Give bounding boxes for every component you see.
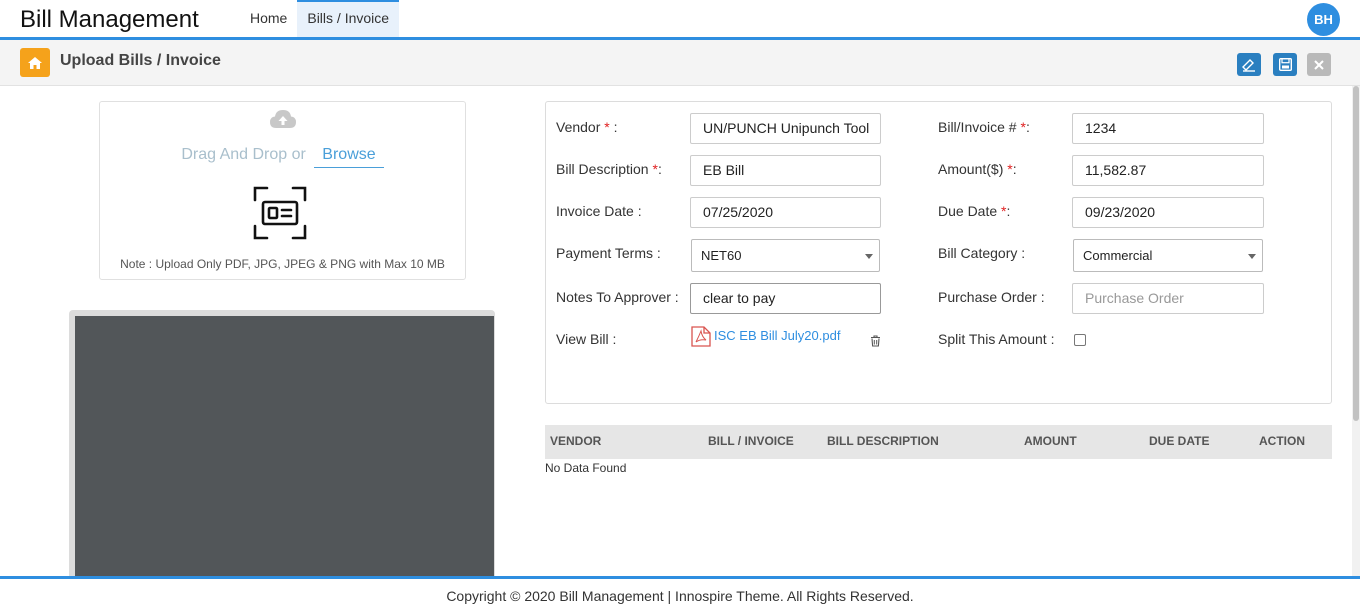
nav-home[interactable]: Home — [240, 0, 297, 37]
bill-description-field[interactable]: EB Bill — [690, 155, 881, 186]
scan-icon — [1242, 58, 1255, 72]
close-button[interactable] — [1307, 53, 1331, 76]
split-amount-checkbox[interactable] — [1074, 334, 1086, 346]
bill-file-link[interactable]: ISC EB Bill July20.pdf — [714, 328, 840, 343]
pdf-file-icon — [691, 326, 711, 347]
column-header-vendor[interactable]: VENDOR — [550, 434, 601, 448]
bill-description-label-suffix: : — [657, 161, 662, 177]
payment-terms-label: Payment Terms : — [556, 245, 661, 261]
scrollbar-thumb[interactable] — [1353, 86, 1359, 421]
document-preview — [69, 310, 495, 577]
invoice-date-label: Invoice Date : — [556, 203, 642, 219]
amount-label-text: Amount($) — [938, 161, 1004, 177]
bill-invoice-field[interactable]: 1234 — [1072, 113, 1264, 144]
bill-category-label: Bill Category : — [938, 245, 1026, 261]
vendor-label-text: Vendor — [556, 119, 601, 135]
page-header: Upload Bills / Invoice — [0, 40, 1360, 86]
bill-category-select[interactable]: Commercial — [1073, 239, 1263, 272]
nav-bills-invoice[interactable]: Bills / Invoice — [297, 0, 400, 37]
bill-category-value: Commercial — [1083, 248, 1153, 263]
chevron-down-icon — [865, 254, 873, 259]
cloud-upload-icon — [270, 110, 296, 128]
footer: Copyright © 2020 Bill Management | Innos… — [0, 576, 1360, 613]
purchase-order-field[interactable]: Purchase Order — [1072, 283, 1264, 314]
notes-to-approver-field[interactable]: clear to pay — [690, 283, 881, 314]
column-header-due-date[interactable]: DUE DATE — [1149, 434, 1209, 448]
split-amount-label: Split This Amount : — [938, 331, 1055, 347]
upload-dropzone[interactable]: Drag And Drop or Browse Note : Upload On… — [99, 101, 466, 280]
vendor-label: Vendor * : — [556, 119, 618, 135]
chevron-down-icon — [1248, 254, 1256, 259]
column-header-bill-invoice[interactable]: BILL / INVOICE — [708, 434, 794, 448]
app-title: Bill Management — [20, 6, 199, 33]
close-icon — [1314, 59, 1324, 70]
amount-label-suffix: : — [1012, 161, 1017, 177]
due-date-field[interactable]: 09/23/2020 — [1072, 197, 1264, 228]
bills-table-header: VENDOR BILL / INVOICE BILL DESCRIPTION A… — [545, 425, 1332, 459]
column-header-bill-description[interactable]: BILL DESCRIPTION — [827, 434, 939, 448]
bill-invoice-label-text: Bill/Invoice # — [938, 119, 1017, 135]
page-title: Upload Bills / Invoice — [60, 52, 221, 69]
notes-to-approver-label: Notes To Approver : — [556, 289, 679, 305]
due-date-label: Due Date *: — [938, 203, 1010, 219]
home-icon — [28, 56, 42, 69]
amount-field[interactable]: 11,582.87 — [1072, 155, 1264, 186]
home-button[interactable] — [20, 48, 50, 77]
drag-drop-text: Drag And Drop or Browse — [100, 146, 465, 168]
preview-viewer — [75, 316, 494, 577]
bill-invoice-label-suffix: : — [1025, 119, 1030, 135]
top-header: Bill Management Home Bills / Invoice BH — [0, 0, 1360, 40]
purchase-order-label: Purchase Order : — [938, 289, 1045, 305]
invoice-date-field[interactable]: 07/25/2020 — [690, 197, 881, 228]
document-scan-icon — [253, 186, 307, 240]
column-header-amount[interactable]: AMOUNT — [1024, 434, 1077, 448]
bill-form: Vendor * : UN/PUNCH Unipunch Tool Bill/I… — [545, 101, 1332, 404]
vendor-label-suffix: : — [609, 119, 618, 135]
due-date-label-suffix: : — [1006, 203, 1011, 219]
empty-table-message: No Data Found — [545, 461, 627, 475]
user-avatar[interactable]: BH — [1307, 3, 1340, 36]
due-date-label-text: Due Date — [938, 203, 998, 219]
drag-drop-label: Drag And Drop or — [181, 146, 306, 163]
page-scrollbar[interactable] — [1352, 86, 1360, 576]
bill-invoice-label: Bill/Invoice # *: — [938, 119, 1030, 135]
bill-description-label: Bill Description *: — [556, 161, 662, 177]
payment-terms-select[interactable]: NET60 — [691, 239, 880, 272]
column-header-action: ACTION — [1259, 434, 1305, 448]
view-bill-label: View Bill : — [556, 331, 617, 347]
upload-note: Note : Upload Only PDF, JPG, JPEG & PNG … — [120, 257, 445, 271]
save-button[interactable] — [1273, 53, 1297, 76]
vendor-field[interactable]: UN/PUNCH Unipunch Tool — [690, 113, 881, 144]
trash-icon[interactable] — [870, 335, 881, 347]
main-nav: Home Bills / Invoice — [240, 0, 400, 37]
payment-terms-value: NET60 — [701, 248, 742, 263]
amount-label: Amount($) *: — [938, 161, 1017, 177]
scan-button[interactable] — [1237, 53, 1261, 76]
browse-link[interactable]: Browse — [314, 146, 384, 168]
save-icon — [1278, 58, 1292, 71]
bill-description-label-text: Bill Description — [556, 161, 649, 177]
